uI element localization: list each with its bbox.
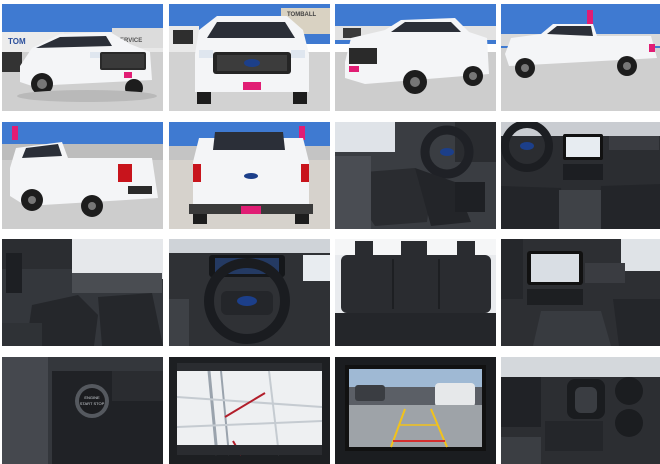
photo-thumbnail-3[interactable] [335,4,496,111]
dashboard-interior-photo [501,122,660,229]
svg-text:START STOP: START STOP [80,401,105,406]
backup-camera-photo [335,357,496,464]
photo-thumbnail-4[interactable] [501,4,660,111]
photo-gallery: TOM SERVICE TOMBALL ENGINE START STOP [2,4,660,464]
photo-thumbnail-16[interactable] [501,357,660,464]
truck-front-photo: TOMBALL [169,4,330,111]
photo-thumbnail-14[interactable] [169,357,330,464]
photo-thumbnail-13[interactable]: ENGINE START STOP [2,357,163,464]
engine-start-button-photo: ENGINE START STOP [2,357,163,464]
photo-thumbnail-12[interactable] [501,239,660,346]
photo-thumbnail-15[interactable] [335,357,496,464]
photo-thumbnail-6[interactable] [169,122,330,229]
svg-text:ENGINE: ENGINE [84,395,100,400]
dealer-sign: TOM [8,37,26,46]
truck-side-profile-photo [501,4,660,111]
rear-bench-seat-photo [335,239,496,346]
photo-thumbnail-10[interactable] [169,239,330,346]
dashboard-passenger-side-photo [501,239,660,346]
photo-thumbnail-2[interactable]: TOMBALL [169,4,330,111]
steering-wheel-photo [169,239,330,346]
truck-front-quarter-passenger-photo [335,4,496,111]
photo-thumbnail-7[interactable] [335,122,496,229]
photo-thumbnail-1[interactable]: TOM SERVICE [2,4,163,111]
photo-thumbnail-9[interactable] [2,239,163,346]
photo-thumbnail-5[interactable] [2,122,163,229]
front-seats-interior-photo [2,239,163,346]
photo-thumbnail-11[interactable] [335,239,496,346]
truck-rear-quarter-photo [2,122,163,229]
photo-thumbnail-8[interactable] [501,122,660,229]
driver-seat-interior-photo [335,122,496,229]
navigation-map-photo [169,357,330,464]
dealer-sign-2: TOMBALL [287,12,317,18]
center-console-shifter-photo [501,357,660,464]
truck-rear-photo [169,122,330,229]
truck-front-quarter-photo: TOM SERVICE [2,4,163,111]
